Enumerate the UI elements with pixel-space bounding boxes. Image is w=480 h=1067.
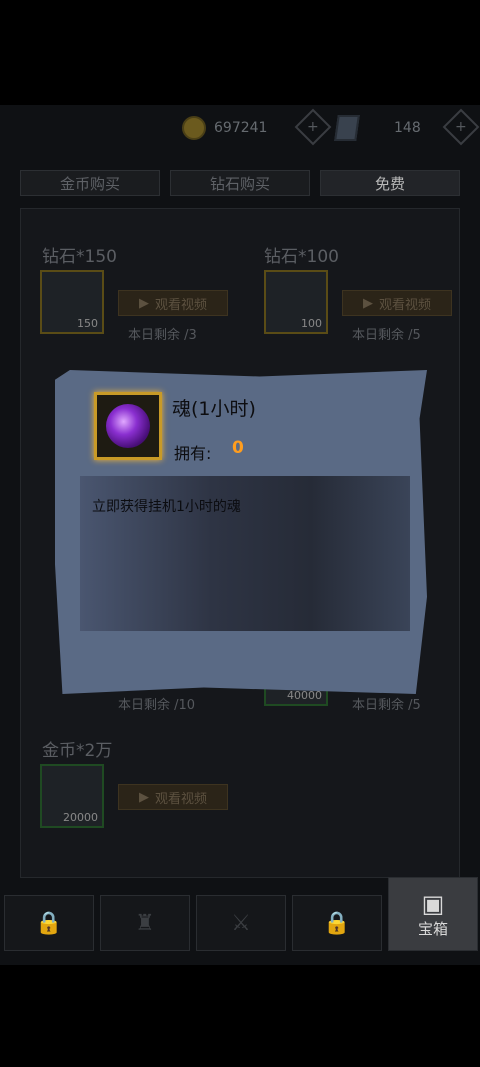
- card-title: 金币*2万: [42, 741, 113, 761]
- castle-icon: ♜: [135, 910, 155, 936]
- item-qty: 20000: [63, 811, 98, 824]
- watch-video-button[interactable]: ▶ 观看视频: [118, 290, 228, 316]
- bottom-nav: 🔒 ♜ ⚔ 🔒 ▣ 宝箱: [0, 877, 480, 955]
- watch-video-label: 观看视频: [154, 297, 207, 313]
- popup-title: 魂(1小时): [172, 398, 256, 420]
- tab-gem-purchase[interactable]: 钻石购买: [170, 170, 310, 196]
- nav-castle[interactable]: ♜: [100, 895, 190, 951]
- coin-amount: 697241: [214, 120, 268, 136]
- nav-chest-label: 宝箱: [417, 919, 448, 938]
- gem-counter: 148: [334, 115, 421, 141]
- nav-locked-2[interactable]: 🔒: [292, 895, 382, 951]
- video-icon: ▶: [362, 295, 373, 311]
- owned-value: 0: [232, 438, 244, 458]
- watch-video-label: 观看视频: [154, 791, 207, 807]
- watch-video-button[interactable]: ▶ 观看视频: [342, 290, 452, 316]
- remaining-count: 本日剩余 /10: [118, 698, 196, 713]
- chest-icon: ▣: [421, 889, 445, 918]
- gem-item: 150: [40, 270, 104, 334]
- popup-description: 立即获得挂机1小时的魂: [92, 499, 241, 515]
- coin-icon: [182, 116, 206, 140]
- coin-counter: 697241: [182, 116, 267, 140]
- nav-battle[interactable]: ⚔: [196, 895, 286, 951]
- lock-icon: 🔒: [35, 910, 63, 936]
- remaining-count: 本日剩余 /3: [128, 328, 197, 343]
- lock-icon: 🔒: [323, 910, 351, 936]
- plus-icon: +: [307, 118, 319, 135]
- soul-icon: [106, 404, 150, 448]
- gem-icon: [334, 115, 360, 141]
- watch-video-button[interactable]: ▶ 观看视频: [118, 784, 228, 810]
- tab-free[interactable]: 免费: [320, 170, 460, 196]
- item-qty: 150: [77, 317, 98, 330]
- item-qty: 100: [301, 317, 322, 330]
- card-title: 钻石*100: [264, 247, 339, 267]
- card-title: 钻石*150: [42, 247, 117, 267]
- gem-item: 100: [264, 270, 328, 334]
- remaining-count: 本日剩余 /5: [352, 328, 421, 343]
- video-icon: ▶: [138, 789, 149, 805]
- remaining-count: 本日剩余 /5: [352, 698, 421, 713]
- video-icon: ▶: [138, 295, 149, 311]
- watch-video-label: 观看视频: [378, 297, 431, 313]
- swords-icon: ⚔: [231, 910, 251, 936]
- gem-amount: 148: [394, 120, 421, 136]
- plus-icon: +: [455, 118, 467, 135]
- tab-coin-purchase[interactable]: 金币购买: [20, 170, 160, 196]
- nav-treasure-chest[interactable]: ▣ 宝箱: [388, 877, 478, 951]
- shop-tabs: 金币购买 钻石购买 免费: [20, 170, 460, 196]
- owned-label: 拥有:: [174, 444, 212, 463]
- coin-item: 20000: [40, 764, 104, 828]
- nav-locked-1[interactable]: 🔒: [4, 895, 94, 951]
